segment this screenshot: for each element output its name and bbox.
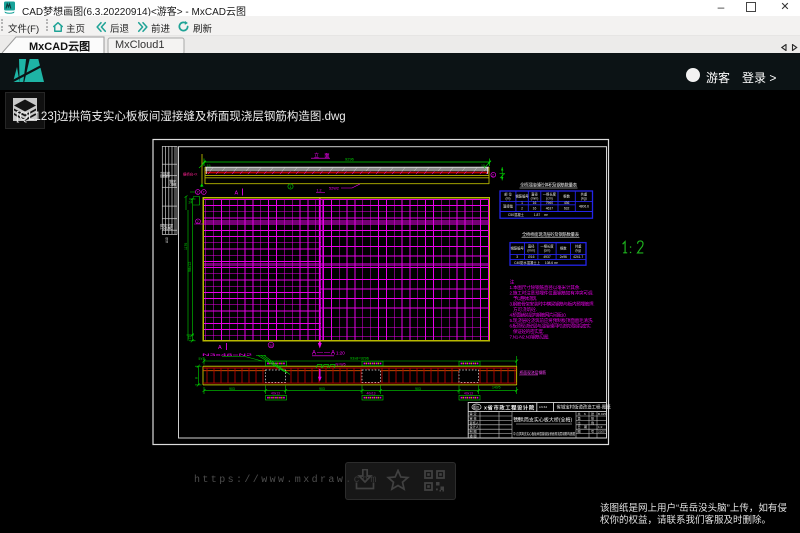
svg-text:7: 7 bbox=[203, 191, 205, 195]
svg-text:4806.6: 4806.6 bbox=[579, 205, 589, 209]
svg-text:审 核: 审 核 bbox=[470, 415, 477, 420]
svg-text:第: 第 bbox=[578, 415, 581, 420]
svg-text:7960: 7960 bbox=[546, 201, 554, 205]
svg-text:∅16: ∅16 bbox=[528, 255, 535, 259]
svg-text:日: 日 bbox=[578, 425, 581, 429]
svg-text:5Y3: 5Y3 bbox=[199, 357, 205, 361]
svg-text:1.87: 1.87 bbox=[534, 213, 541, 217]
svg-text:1: 1 bbox=[521, 201, 523, 205]
svg-text:2: 2 bbox=[521, 207, 523, 211]
svg-text:(kg): (kg) bbox=[581, 197, 587, 201]
svg-text:7.N1-N2.N3钢筋见图.: 7.N1-N2.N3钢筋见图. bbox=[510, 334, 550, 341]
svg-text:436: 436 bbox=[564, 201, 570, 205]
svg-text:40x13: 40x13 bbox=[367, 391, 376, 395]
svg-text:93x8=9296: 93x8=9296 bbox=[350, 357, 369, 361]
svg-text:钢筋编号: 钢筋编号 bbox=[516, 194, 530, 199]
svg-text:52W2: 52W2 bbox=[329, 187, 339, 191]
svg-text:632: 632 bbox=[564, 207, 570, 211]
svg-text:2: 2 bbox=[197, 220, 199, 224]
svg-text:23/27: 23/27 bbox=[598, 430, 606, 434]
svg-text:1 2: 1 2 bbox=[317, 189, 322, 193]
svg-text:存档: 存档 bbox=[169, 224, 174, 230]
svg-text:审 定: 审 定 bbox=[470, 411, 477, 416]
svg-text:例: 例 bbox=[591, 420, 594, 425]
svg-text:108.6: 108.6 bbox=[545, 261, 553, 265]
svg-text:903: 903 bbox=[229, 387, 235, 391]
svg-text:15: 15 bbox=[188, 336, 192, 340]
svg-text:图: 图 bbox=[578, 430, 581, 434]
svg-text:8: 8 bbox=[194, 377, 198, 379]
svg-text:全桥桥面现浇层砼及钢筋数量表: 全桥桥面现浇层砼及钢筋数量表 bbox=[522, 231, 580, 238]
svg-text:903: 903 bbox=[415, 387, 421, 391]
svg-text:m³: m³ bbox=[544, 213, 549, 217]
svg-text:9296: 9296 bbox=[345, 157, 355, 162]
svg-text:140/5: 140/5 bbox=[492, 386, 501, 390]
svg-text:(cm): (cm) bbox=[544, 249, 551, 253]
svg-text:98x12: 98x12 bbox=[188, 262, 192, 272]
svg-text:C40防水混凝土上: C40防水混凝土上 bbox=[514, 260, 541, 265]
svg-text:钢筋编号: 钢筋编号 bbox=[511, 246, 525, 251]
svg-text:图号: 图号 bbox=[172, 180, 177, 186]
svg-text:期: 期 bbox=[584, 424, 587, 429]
svg-text:省城宝村街道改造工程-图纸: 省城宝村街道改造工程-图纸 bbox=[557, 404, 612, 411]
svg-text:N=W5: N=W5 bbox=[336, 362, 346, 366]
svg-text:张: 张 bbox=[591, 415, 594, 420]
svg-text:2: 2 bbox=[492, 173, 494, 177]
svg-text:根数: 根数 bbox=[563, 194, 570, 199]
svg-text:桥面现浇层钢筋: 桥面现浇层钢筋 bbox=[520, 370, 547, 375]
svg-text:全桥湿接缝砼体积及钢筋数量表: 全桥湿接缝砼体积及钢筋数量表 bbox=[520, 182, 578, 189]
svg-text:(m): (m) bbox=[506, 197, 511, 201]
svg-text:40x13: 40x13 bbox=[464, 391, 473, 395]
svg-text:LN 64: LN 64 bbox=[539, 405, 547, 409]
svg-text:中 边拱简支实心板板间湿接缝及桥面现浇层钢筋构造图: 中 边拱简支实心板板间湿接缝及桥面现浇层钢筋构造图 bbox=[513, 431, 575, 436]
svg-text:4637: 4637 bbox=[546, 207, 554, 211]
svg-text:B.025: B.025 bbox=[598, 412, 606, 416]
svg-text:横桥向+X: 横桥向+X bbox=[183, 171, 198, 176]
svg-text:共: 共 bbox=[578, 411, 581, 416]
svg-text:(mm): (mm) bbox=[527, 249, 535, 253]
svg-text:A10: A10 bbox=[165, 237, 169, 243]
svg-text:审核: 审核 bbox=[165, 171, 170, 178]
svg-text:号: 号 bbox=[591, 429, 594, 434]
svg-text:1:20: 1:20 bbox=[336, 351, 345, 356]
svg-text:N3x48=N2: N3x48=N2 bbox=[202, 352, 254, 357]
svg-text:903: 903 bbox=[319, 387, 325, 391]
svg-text:4241.7: 4241.7 bbox=[573, 255, 583, 259]
svg-text:1176: 1176 bbox=[184, 243, 188, 250]
svg-text:边拱简支实心板大桥(全梅): 边拱简支实心板大桥(全梅) bbox=[514, 417, 573, 424]
svg-text:40x13: 40x13 bbox=[271, 391, 280, 395]
svg-text:张: 张 bbox=[591, 411, 594, 416]
svg-text:比: 比 bbox=[578, 420, 581, 425]
svg-text:m³: m³ bbox=[554, 261, 559, 265]
svg-text:1: 1 bbox=[289, 185, 291, 189]
svg-text:湿接缝: 湿接缝 bbox=[503, 204, 514, 209]
svg-text:2: 2 bbox=[197, 191, 199, 195]
svg-text:4937: 4937 bbox=[543, 255, 551, 259]
svg-text:图D: 图D bbox=[473, 406, 480, 410]
svg-text:复核人: 复核人 bbox=[470, 420, 479, 425]
svg-text:(mm): (mm) bbox=[531, 197, 539, 201]
svg-text:24: 24 bbox=[189, 201, 193, 205]
svg-text:(cm): (cm) bbox=[546, 197, 553, 201]
svg-text:制 图: 制 图 bbox=[470, 429, 477, 434]
svg-text:(kg): (kg) bbox=[575, 249, 581, 253]
svg-text:根数: 根数 bbox=[560, 246, 567, 251]
svg-text:16: 16 bbox=[533, 207, 537, 211]
svg-text:3: 3 bbox=[516, 255, 518, 259]
svg-text:2x96: 2x96 bbox=[560, 255, 567, 259]
svg-text:16: 16 bbox=[533, 201, 537, 205]
svg-text:20: 20 bbox=[269, 344, 273, 348]
svg-text:1:2: 1:2 bbox=[598, 425, 603, 429]
svg-text:描 图: 描 图 bbox=[470, 433, 477, 438]
svg-text:6: 6 bbox=[584, 412, 586, 416]
svg-text:设计人: 设计人 bbox=[470, 424, 479, 429]
svg-text:x省市政工程设计院: x省市政工程设计院 bbox=[484, 403, 535, 411]
svg-text:C50混凝土: C50混凝土 bbox=[508, 212, 525, 217]
svg-text:A: A bbox=[218, 345, 222, 351]
svg-text:A: A bbox=[235, 191, 239, 197]
